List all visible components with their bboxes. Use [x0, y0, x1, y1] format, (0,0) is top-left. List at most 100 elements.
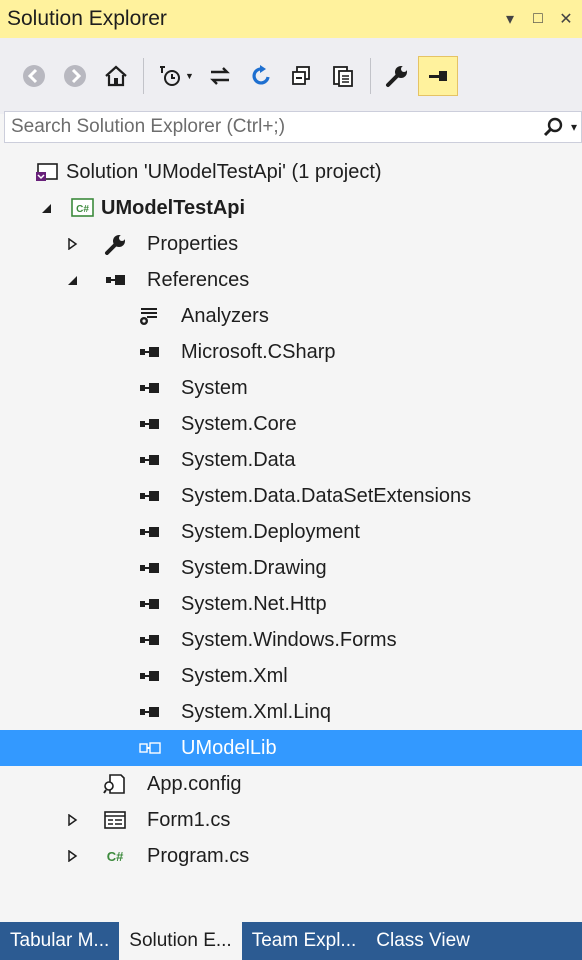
- tree-item-label: Form1.cs: [147, 808, 231, 831]
- tree-item-label: References: [147, 268, 250, 291]
- project-reference-icon: [138, 737, 164, 759]
- tree-item-label: System.Drawing: [181, 556, 327, 579]
- form-icon: [102, 809, 128, 831]
- pin-icon: [428, 71, 447, 81]
- references-icon: [104, 269, 130, 291]
- tree-item-app-config[interactable]: App.config: [0, 766, 582, 802]
- tab-class-view[interactable]: Class View: [366, 922, 480, 960]
- window-title: Solution Explorer: [7, 7, 167, 30]
- tree-item-reference[interactable]: System.Xml.Linq: [0, 694, 582, 730]
- tree-item-analyzers[interactable]: Analyzers: [0, 298, 582, 334]
- tree-item-project[interactable]: C# UModelTestApi: [0, 190, 582, 226]
- assembly-reference-icon: [138, 485, 164, 507]
- tab-team-explorer[interactable]: Team Expl...: [242, 922, 367, 960]
- svg-text:C#: C#: [76, 204, 89, 215]
- properties-button[interactable]: [377, 56, 417, 96]
- toolbar: ▼: [0, 38, 582, 114]
- tree-item-reference[interactable]: System.Windows.Forms: [0, 622, 582, 658]
- tree-item-label: Program.cs: [147, 844, 250, 867]
- sync-with-active-document-button[interactable]: [200, 56, 240, 96]
- csharp-project-icon: C#: [70, 197, 96, 219]
- assembly-reference-icon: [138, 377, 164, 399]
- tree-item-label: System.Data.DataSetExtensions: [181, 484, 472, 507]
- tree-item-label: Microsoft.CSharp: [181, 340, 336, 363]
- refresh-icon: [252, 65, 270, 85]
- home-button[interactable]: [96, 56, 136, 96]
- svg-text:C#: C#: [107, 849, 124, 864]
- tree-item-label: App.config: [147, 772, 242, 795]
- back-button[interactable]: [14, 56, 54, 96]
- pending-changes-filter-icon: [160, 66, 180, 86]
- tree-item-label: System.Data: [181, 448, 296, 471]
- home-icon: [105, 65, 127, 87]
- tree-item-references[interactable]: References: [0, 262, 582, 298]
- tool-window-tabs: Tabular M... Solution E... Team Expl... …: [0, 922, 582, 960]
- toolbar-separator: [143, 58, 144, 94]
- tab-tabular-model-explorer[interactable]: Tabular M...: [0, 922, 119, 960]
- tree-item-label: Properties: [147, 232, 239, 255]
- window-position-dropdown-icon[interactable]: ▾: [498, 7, 522, 31]
- assembly-reference-icon: [138, 701, 164, 723]
- tree-item-properties[interactable]: Properties: [0, 226, 582, 262]
- expanded-arrow-icon[interactable]: [64, 272, 80, 288]
- tree-item-label: System.Deployment: [181, 520, 360, 543]
- preview-selected-items-button[interactable]: [417, 56, 458, 96]
- assembly-reference-icon: [138, 413, 164, 435]
- tree-item-program[interactable]: C# Program.cs: [0, 838, 582, 874]
- back-icon: [23, 65, 45, 87]
- tree-item-reference[interactable]: System.Core: [0, 406, 582, 442]
- show-all-files-icon: [333, 66, 353, 87]
- tree-item-label: System.Windows.Forms: [181, 628, 397, 651]
- config-file-icon: [102, 773, 128, 795]
- collapse-all-icon: [292, 66, 310, 85]
- tree-item-reference[interactable]: System.Xml: [0, 658, 582, 694]
- maximize-icon[interactable]: □: [526, 7, 550, 31]
- tree-item-label: System: [181, 376, 248, 399]
- tree-item-reference[interactable]: Microsoft.CSharp: [0, 334, 582, 370]
- close-icon[interactable]: ✕: [554, 7, 578, 31]
- solution-icon: [34, 161, 60, 183]
- tab-solution-explorer[interactable]: Solution E...: [119, 922, 242, 960]
- collapse-all-button[interactable]: [282, 56, 322, 96]
- tree-item-form1[interactable]: Form1.cs: [0, 802, 582, 838]
- wrench-icon: [102, 233, 128, 255]
- tree-item-reference[interactable]: System.Data: [0, 442, 582, 478]
- tree-item-reference[interactable]: System.Data.DataSetExtensions: [0, 478, 582, 514]
- tree-item-reference[interactable]: System: [0, 370, 582, 406]
- assembly-reference-icon: [138, 557, 164, 579]
- refresh-button[interactable]: [241, 56, 281, 96]
- assembly-reference-icon: [138, 665, 164, 687]
- assembly-reference-icon: [138, 521, 164, 543]
- forward-icon: [64, 65, 86, 87]
- search-input[interactable]: Search Solution Explorer (Ctrl+;): [5, 116, 539, 138]
- tree-item-label: System.Net.Http: [181, 592, 327, 615]
- title-bar: Solution Explorer ▾ □ ✕: [0, 0, 582, 38]
- assembly-reference-icon: [138, 629, 164, 651]
- tree-item-solution[interactable]: Solution 'UModelTestApi' (1 project): [0, 154, 582, 190]
- assembly-reference-icon: [138, 341, 164, 363]
- search-box[interactable]: Search Solution Explorer (Ctrl+;) ▾: [4, 111, 582, 143]
- tree-item-reference[interactable]: System.Deployment: [0, 514, 582, 550]
- collapsed-arrow-icon[interactable]: [64, 812, 80, 828]
- collapsed-arrow-icon[interactable]: [64, 848, 80, 864]
- tree-item-project-reference-selected[interactable]: UModelLib: [0, 730, 582, 766]
- solution-tree: Solution 'UModelTestApi' (1 project) C# …: [0, 150, 582, 920]
- properties-icon: [385, 66, 407, 87]
- assembly-reference-icon: [138, 593, 164, 615]
- tree-item-label: Solution 'UModelTestApi' (1 project): [66, 160, 382, 183]
- csharp-file-icon: C#: [102, 845, 128, 867]
- show-all-files-button[interactable]: [323, 56, 363, 96]
- tree-item-label: Analyzers: [181, 304, 269, 327]
- assembly-reference-icon: [138, 449, 164, 471]
- forward-button[interactable]: [55, 56, 95, 96]
- search-icon[interactable]: [539, 113, 567, 141]
- tree-item-reference[interactable]: System.Net.Http: [0, 586, 582, 622]
- collapsed-arrow-icon[interactable]: [64, 236, 80, 252]
- pending-changes-filter-button[interactable]: [150, 56, 190, 96]
- tree-item-label: UModelTestApi: [101, 196, 246, 219]
- toolbar-separator: [369, 58, 371, 94]
- tree-item-reference[interactable]: System.Drawing: [0, 550, 582, 586]
- search-options-chevron-down-icon[interactable]: ▾: [567, 113, 581, 141]
- expanded-arrow-icon[interactable]: [38, 200, 54, 216]
- tree-item-label: System.Xml: [181, 664, 288, 687]
